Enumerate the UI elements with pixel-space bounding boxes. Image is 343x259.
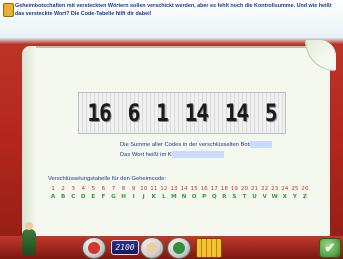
table-letter-cell: J	[142, 194, 145, 200]
face-icon	[146, 242, 158, 254]
table-letter-cell: S	[232, 194, 237, 200]
table-number-cell: 14	[180, 186, 188, 192]
table-number-cell: 5	[91, 186, 96, 192]
code-number: 5	[264, 99, 278, 127]
table-letter-cell: G	[111, 194, 116, 200]
table-number-cell: 16	[200, 186, 208, 192]
red-disc-button[interactable]	[82, 237, 106, 259]
table-number-cell: 24	[281, 186, 289, 192]
table-number-cell: 19	[230, 186, 238, 192]
table-letter-cell: D	[80, 194, 86, 200]
sum-input[interactable]	[250, 141, 272, 148]
code-number: 1	[156, 99, 169, 127]
table-letter-cell: E	[91, 194, 96, 200]
book-icon[interactable]	[196, 238, 222, 258]
table-letter-cell: W	[271, 194, 278, 200]
table-number-cell: 15	[190, 186, 198, 192]
code-number: 14	[224, 99, 249, 127]
table-number-cell: 9	[131, 186, 136, 192]
table-title: Verschlüsselungstabelle für den Geheimco…	[48, 176, 166, 182]
table-letter-cell: Q	[211, 194, 217, 200]
code-number: 16	[87, 99, 111, 127]
banner-edge	[0, 38, 343, 44]
word-input[interactable]	[172, 151, 224, 158]
secret-code-strip: 16 6 1 14 14 5	[78, 92, 286, 134]
table-number-cell: 2	[61, 186, 65, 192]
table-number-cell: 4	[81, 186, 86, 192]
table-number-cell: 22	[261, 186, 269, 192]
table-letter-cell: P	[202, 194, 207, 200]
table-letter-cell: X	[282, 194, 287, 200]
table-letter-cell: Y	[292, 194, 297, 200]
paper-curl	[306, 40, 336, 70]
table-letter-cell: V	[262, 194, 267, 200]
table-letter-cell: C	[71, 194, 76, 200]
table-letter-cell: B	[60, 194, 66, 200]
score-counter: 2100	[111, 240, 139, 255]
table-number-cell: 7	[111, 186, 116, 192]
green-ball-icon	[173, 242, 185, 254]
table-letter-cell: L	[162, 194, 166, 200]
table-number-cell: 25	[291, 186, 299, 192]
character-avatar[interactable]	[22, 222, 36, 255]
face-button[interactable]	[140, 237, 164, 259]
table-number-cell: 23	[271, 186, 279, 192]
instruction-text: Geheimbotschaften mit versteckten Wörter…	[15, 3, 332, 17]
code-number: 6	[127, 99, 141, 127]
table-number-cell: 3	[71, 186, 75, 192]
table-letter-cell: I	[132, 194, 135, 200]
table-number-cell: 26	[301, 186, 309, 192]
table-number-cell: 21	[251, 186, 259, 192]
game-stage: Geheimbotschaften mit versteckten Wörter…	[0, 0, 343, 259]
table-letter-cell: O	[191, 194, 197, 200]
table-number-cell: 12	[160, 186, 168, 192]
table-number-cell: 8	[121, 186, 126, 192]
code-number: 14	[184, 99, 209, 127]
table-letter-cell: T	[242, 194, 247, 200]
table-letter-cell: Z	[302, 194, 307, 200]
table-letter-cell: N	[181, 194, 187, 200]
table-number-cell: 18	[220, 186, 228, 192]
table-number-cell: 6	[101, 186, 106, 192]
table-letter-cell: F	[101, 194, 106, 200]
table-letter-cell: K	[151, 194, 156, 200]
table-letter-cell: H	[121, 194, 126, 200]
table-letter-cell: R	[222, 194, 227, 200]
table-number-cell: 11	[150, 186, 158, 192]
table-number-row: 1 2 3 4 5 6 7 8 9 10 11 12 13 14 15 16 17 18 19 20 21 22 23 24 2…	[48, 186, 310, 192]
table-number-cell: 1	[51, 186, 55, 192]
table-number-cell: 17	[210, 186, 218, 192]
table-number-cell: 13	[170, 186, 178, 192]
note-icon	[3, 3, 14, 17]
table-number-cell: 20	[240, 186, 249, 192]
table-letter-cell: A	[50, 194, 56, 200]
table-letter-cell: U	[252, 194, 257, 200]
instruction-banner: Geheimbotschaften mit versteckten Wörter…	[0, 0, 343, 40]
check-button[interactable]: ✔	[319, 238, 341, 258]
sum-label: Die Summe aller Codes in der verschlüsse…	[120, 142, 267, 148]
table-letter-cell: M	[171, 194, 177, 200]
green-ball-button[interactable]	[167, 237, 191, 259]
table-number-cell: 10	[140, 186, 148, 192]
red-disc-icon	[88, 242, 100, 254]
table-letter-row: ABCDEFGHI JKLMNOPQRSTUVWXYZ	[48, 194, 310, 200]
